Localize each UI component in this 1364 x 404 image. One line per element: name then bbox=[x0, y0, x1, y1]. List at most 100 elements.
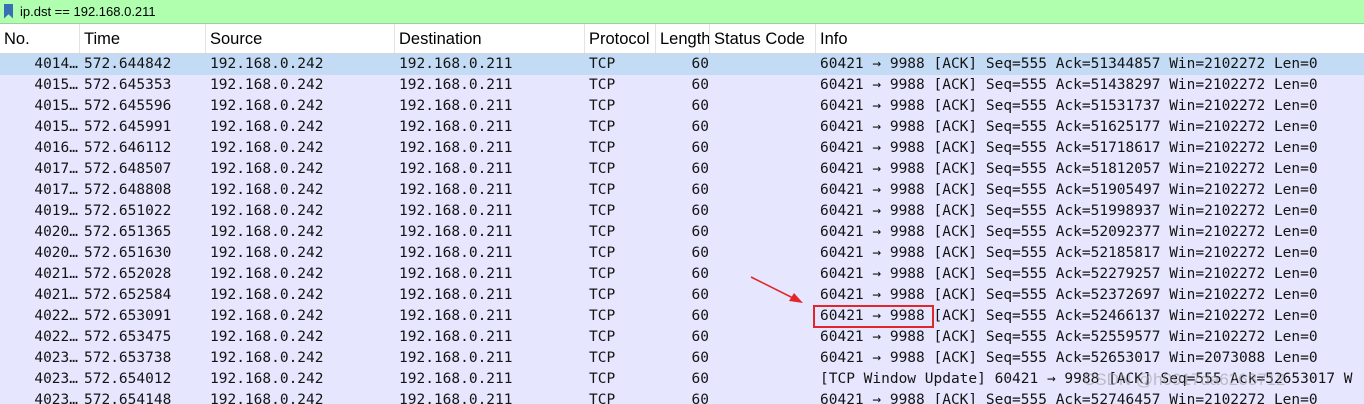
packet-protocol: TCP bbox=[589, 392, 616, 404]
packet-status-code bbox=[713, 369, 813, 390]
column-header-no[interactable]: No. bbox=[0, 24, 80, 53]
packet-destination: 192.168.0.211 bbox=[399, 98, 513, 114]
packet-source: 192.168.0.242 bbox=[210, 350, 324, 366]
packet-time: 572.654148 bbox=[84, 392, 172, 404]
column-header-protocol[interactable]: Protocol bbox=[585, 24, 656, 53]
packet-number: 4020… bbox=[34, 224, 78, 240]
packet-number: 4014… bbox=[34, 56, 78, 72]
packet-number: 4020… bbox=[34, 245, 78, 261]
packet-row[interactable]: 4023… 572.654012 192.168.0.242 192.168.0.21… bbox=[0, 369, 1364, 390]
packet-protocol: TCP bbox=[589, 182, 616, 198]
packet-source: 192.168.0.242 bbox=[210, 287, 324, 303]
packet-status-code bbox=[713, 348, 813, 369]
packet-list-header: No. Time Source Destination Protocol Len… bbox=[0, 24, 1364, 54]
packet-destination: 192.168.0.211 bbox=[399, 329, 513, 345]
packet-protocol: TCP bbox=[589, 203, 616, 219]
packet-length: 60 bbox=[691, 77, 709, 93]
packet-status-code bbox=[713, 264, 813, 285]
packet-time: 572.652584 bbox=[84, 287, 172, 303]
packet-length: 60 bbox=[691, 266, 709, 282]
packet-destination: 192.168.0.211 bbox=[399, 119, 513, 135]
packet-length: 60 bbox=[691, 224, 709, 240]
packet-number: 4022… bbox=[34, 308, 78, 324]
packet-row[interactable]: 4020… 572.651365 192.168.0.242 192.168.0.21… bbox=[0, 222, 1364, 243]
packet-status-code bbox=[713, 243, 813, 264]
column-header-destination[interactable]: Destination bbox=[395, 24, 585, 53]
packet-number: 4015… bbox=[34, 119, 78, 135]
packet-row[interactable]: 4017… 572.648808 192.168.0.242 192.168.0.21… bbox=[0, 180, 1364, 201]
packet-info: 60421 → 9988 [ACK] Seq=555 Ack=52372697 … bbox=[820, 287, 1318, 303]
packet-source: 192.168.0.242 bbox=[210, 329, 324, 345]
packet-info: 60421 → 9988 [ACK] Seq=555 Ack=52466137 … bbox=[820, 308, 1318, 324]
packet-info: 60421 → 9988 [ACK] Seq=555 Ack=51812057 … bbox=[820, 161, 1318, 177]
packet-source: 192.168.0.242 bbox=[210, 161, 324, 177]
packet-source: 192.168.0.242 bbox=[210, 77, 324, 93]
packet-status-code bbox=[713, 54, 813, 75]
column-header-info[interactable]: Info bbox=[816, 24, 1364, 53]
packet-protocol: TCP bbox=[589, 287, 616, 303]
packet-status-code bbox=[713, 390, 813, 404]
packet-status-code bbox=[713, 285, 813, 306]
filter-bookmark-icon[interactable] bbox=[2, 3, 16, 21]
packet-time: 572.653475 bbox=[84, 329, 172, 345]
packet-row[interactable]: 4017… 572.648507 192.168.0.242 192.168.0.21… bbox=[0, 159, 1364, 180]
packet-row[interactable]: 4016… 572.646112 192.168.0.242 192.168.0.21… bbox=[0, 138, 1364, 159]
packet-info: 60421 → 9988 [ACK] Seq=555 Ack=51438297 … bbox=[820, 77, 1318, 93]
packet-time: 572.648507 bbox=[84, 161, 172, 177]
packet-row[interactable]: 4021… 572.652584 192.168.0.242 192.168.0.21… bbox=[0, 285, 1364, 306]
packet-row[interactable]: 4023… 572.654148 192.168.0.242 192.168.0.21… bbox=[0, 390, 1364, 404]
packet-row[interactable]: 4022… 572.653091 192.168.0.242 192.168.0.21… bbox=[0, 306, 1364, 327]
packet-time: 572.651630 bbox=[84, 245, 172, 261]
packet-length: 60 bbox=[691, 203, 709, 219]
packet-info: 60421 → 9988 [ACK] Seq=555 Ack=52653017 … bbox=[820, 350, 1318, 366]
packet-time: 572.653738 bbox=[84, 350, 172, 366]
packet-protocol: TCP bbox=[589, 245, 616, 261]
packet-info: 60421 → 9988 [ACK] Seq=555 Ack=51344857 … bbox=[820, 56, 1318, 72]
packet-row[interactable]: 4015… 572.645596 192.168.0.242 192.168.0.21… bbox=[0, 96, 1364, 117]
packet-number: 4017… bbox=[34, 182, 78, 198]
packet-destination: 192.168.0.211 bbox=[399, 140, 513, 156]
packet-time: 572.646112 bbox=[84, 140, 172, 156]
packet-time: 572.645991 bbox=[84, 119, 172, 135]
packet-row[interactable]: 4014… 572.644842 192.168.0.242 192.168.0.21… bbox=[0, 54, 1364, 75]
packet-length: 60 bbox=[691, 350, 709, 366]
packet-number: 4023… bbox=[34, 371, 78, 387]
packet-destination: 192.168.0.211 bbox=[399, 161, 513, 177]
packet-protocol: TCP bbox=[589, 371, 616, 387]
packet-protocol: TCP bbox=[589, 224, 616, 240]
packet-row[interactable]: 4023… 572.653738 192.168.0.242 192.168.0.21… bbox=[0, 348, 1364, 369]
packet-length: 60 bbox=[691, 371, 709, 387]
packet-row[interactable]: 4015… 572.645991 192.168.0.242 192.168.0.21… bbox=[0, 117, 1364, 138]
packet-info: 60421 → 9988 [ACK] Seq=555 Ack=52559577 … bbox=[820, 329, 1318, 345]
packet-source: 192.168.0.242 bbox=[210, 119, 324, 135]
packet-number: 4022… bbox=[34, 329, 78, 345]
packet-number: 4016… bbox=[34, 140, 78, 156]
packet-row[interactable]: 4022… 572.653475 192.168.0.242 192.168.0.21… bbox=[0, 327, 1364, 348]
packet-row[interactable]: 4015… 572.645353 192.168.0.242 192.168.0.21… bbox=[0, 75, 1364, 96]
packet-info: 60421 → 9988 [ACK] Seq=555 Ack=51625177 … bbox=[820, 119, 1318, 135]
packet-status-code bbox=[713, 327, 813, 348]
packet-destination: 192.168.0.211 bbox=[399, 308, 513, 324]
packet-number: 4021… bbox=[34, 266, 78, 282]
packet-destination: 192.168.0.211 bbox=[399, 266, 513, 282]
column-header-source[interactable]: Source bbox=[206, 24, 395, 53]
packet-status-code bbox=[713, 117, 813, 138]
column-header-status-code[interactable]: Status Code bbox=[710, 24, 816, 53]
column-header-length[interactable]: Length bbox=[656, 24, 710, 53]
packet-info: 60421 → 9988 [ACK] Seq=555 Ack=51998937 … bbox=[820, 203, 1318, 219]
packet-row[interactable]: 4020… 572.651630 192.168.0.242 192.168.0.21… bbox=[0, 243, 1364, 264]
packet-status-code bbox=[713, 306, 813, 327]
packet-length: 60 bbox=[691, 392, 709, 404]
packet-protocol: TCP bbox=[589, 140, 616, 156]
packet-source: 192.168.0.242 bbox=[210, 56, 324, 72]
column-header-time[interactable]: Time bbox=[80, 24, 206, 53]
packet-length: 60 bbox=[691, 245, 709, 261]
packet-destination: 192.168.0.211 bbox=[399, 350, 513, 366]
display-filter-bar bbox=[0, 0, 1364, 24]
display-filter-input[interactable] bbox=[20, 1, 1320, 22]
packet-info: 60421 → 9988 [ACK] Seq=555 Ack=52279257 … bbox=[820, 266, 1318, 282]
packet-number: 4015… bbox=[34, 77, 78, 93]
packet-row[interactable]: 4021… 572.652028 192.168.0.242 192.168.0.21… bbox=[0, 264, 1364, 285]
packet-list: 4014… 572.644842 192.168.0.242 192.168.0.21… bbox=[0, 54, 1364, 404]
packet-row[interactable]: 4019… 572.651022 192.168.0.242 192.168.0.21… bbox=[0, 201, 1364, 222]
